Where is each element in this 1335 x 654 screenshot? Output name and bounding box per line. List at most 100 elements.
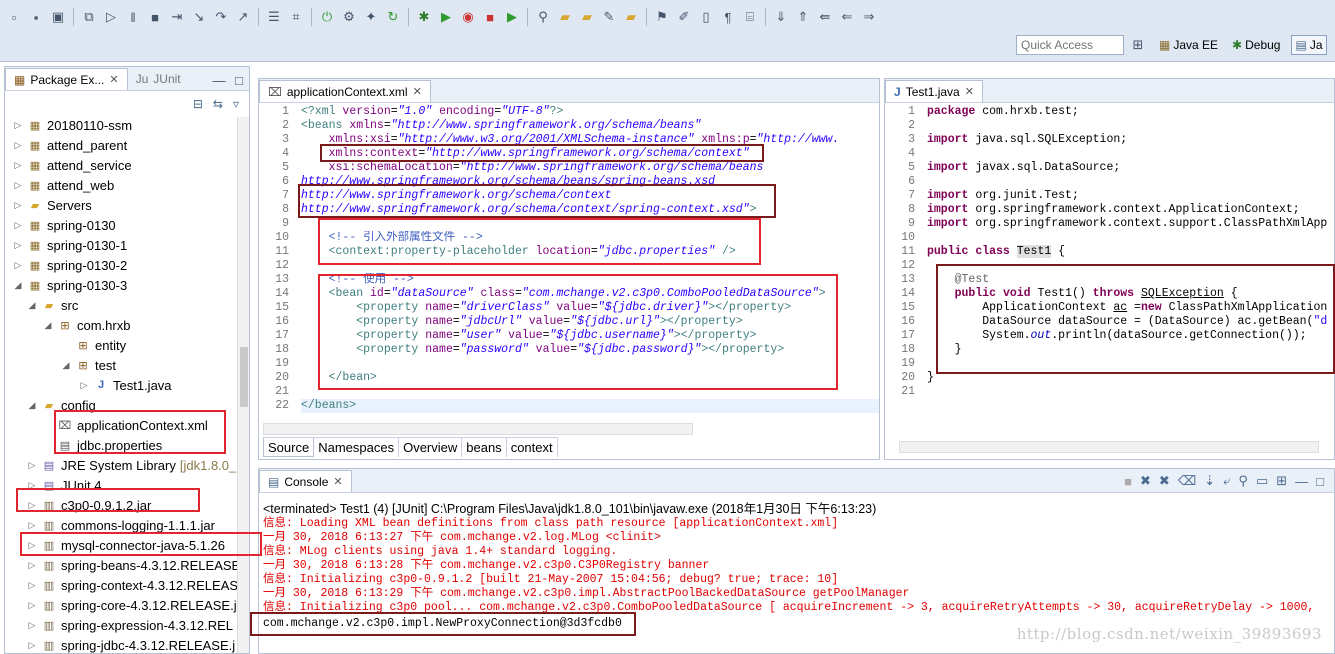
console-toggle-icon[interactable]: ☰ — [264, 7, 284, 27]
forward-icon[interactable]: ⇒ — [859, 7, 879, 27]
open-perspective-icon[interactable]: ⊞ — [1128, 35, 1148, 55]
minimize-icon[interactable]: — — [1295, 474, 1308, 489]
new-icon[interactable]: ▫ — [4, 7, 24, 27]
maximize-icon[interactable]: □ — [229, 70, 249, 90]
package-explorer-scrollbar[interactable] — [237, 117, 249, 653]
collapsed-arrow-icon[interactable]: ▷ — [13, 220, 23, 231]
expanded-arrow-icon[interactable]: ◢ — [13, 280, 23, 291]
scroll-lock-icon[interactable]: ⇣ — [1204, 473, 1215, 489]
expanded-arrow-icon[interactable]: ◢ — [43, 320, 53, 331]
edit-icon[interactable]: ✐ — [674, 7, 694, 27]
collapsed-arrow-icon[interactable]: ▷ — [27, 580, 37, 591]
expanded-arrow-icon[interactable]: ◢ — [27, 400, 37, 411]
refresh-icon[interactable]: ↻ — [383, 7, 403, 27]
collapsed-arrow-icon[interactable]: ▷ — [27, 640, 37, 651]
tree-item[interactable]: ▷ ▰ Servers — [13, 195, 92, 215]
terminate-icon[interactable]: ■ — [1124, 474, 1132, 489]
collapsed-arrow-icon[interactable]: ▷ — [13, 180, 23, 191]
quick-access-input[interactable] — [1016, 35, 1124, 55]
step-over-icon[interactable]: ↷ — [211, 7, 231, 27]
coverage-icon[interactable]: ◉ — [458, 7, 478, 27]
prev-annotation-icon[interactable]: ⇑ — [793, 7, 813, 27]
tree-item[interactable]: ▷ ▥ spring-context-4.3.12.RELEAS — [27, 575, 239, 595]
tab-context[interactable]: context — [507, 438, 558, 457]
clear-console-icon[interactable]: ⌫ — [1178, 473, 1196, 489]
server-start-icon[interactable]: ⏻ — [317, 7, 337, 27]
next-annotation-icon[interactable]: ⇓ — [771, 7, 791, 27]
run-icon[interactable]: ▶ — [436, 7, 456, 27]
stop-icon[interactable]: ■ — [480, 7, 500, 27]
tab-application-context[interactable]: ⌧ applicationContext.xml ✕ — [259, 80, 431, 102]
collapsed-arrow-icon[interactable]: ▷ — [13, 160, 23, 171]
collapsed-arrow-icon[interactable]: ▷ — [13, 240, 23, 251]
tree-item[interactable]: ▷ ▤ JRE System Library [jdk1.8.0_ — [27, 455, 237, 475]
annotation-icon[interactable]: ⌸ — [740, 7, 760, 27]
open-console-icon[interactable]: ⊞ — [1276, 473, 1287, 489]
view-menu-icon[interactable]: ▿ — [233, 97, 239, 111]
pin-icon[interactable]: ⚑ — [652, 7, 672, 27]
tree-item[interactable]: ▷ ▥ spring-expression-4.3.12.REL — [27, 615, 233, 635]
perspective-java-ee[interactable]: ▦ Java EE — [1156, 36, 1221, 54]
skip-breakpoints-icon[interactable]: ⧉ — [79, 7, 99, 27]
close-icon[interactable]: ✕ — [413, 85, 422, 98]
tree-item[interactable]: ◢ ⊞ com.hrxb — [43, 315, 131, 335]
minimize-icon[interactable]: — — [209, 70, 229, 90]
collapsed-arrow-icon[interactable]: ▷ — [27, 620, 37, 631]
tab-test1-java[interactable]: J Test1.java ✕ — [885, 80, 983, 102]
tree-item[interactable]: ◢ ⊞ test — [61, 355, 116, 375]
tree-item[interactable]: ▷ J Test1.java — [79, 375, 172, 395]
resume-icon[interactable]: ▷ — [101, 7, 121, 27]
toggle-whitespace-icon[interactable]: ¶ — [718, 7, 738, 27]
tree-item[interactable]: ▷ ▦ spring-0130-1 — [13, 235, 128, 255]
save-icon[interactable]: ▪ — [26, 7, 46, 27]
tree-item[interactable]: ▷ ▦ spring-0130 — [13, 215, 116, 235]
collapse-all-icon[interactable]: ⊟ — [193, 97, 203, 111]
search-icon[interactable]: ⚲ — [533, 7, 553, 27]
tree-item[interactable]: ▷ ▦ attend_service — [13, 155, 132, 175]
xml-horizontal-scrollbar[interactable] — [263, 423, 693, 435]
open-type-icon[interactable]: ⌗ — [286, 7, 306, 27]
tab-namespaces[interactable]: Namespaces — [314, 438, 400, 457]
step-into-icon[interactable]: ↘ — [189, 7, 209, 27]
tree-item[interactable]: ◢ ▦ spring-0130-3 — [13, 275, 128, 295]
tab-source[interactable]: Source — [263, 438, 315, 457]
suspend-icon[interactable]: ‖ — [123, 7, 143, 27]
perspective-java[interactable]: ▤ Ja — [1291, 35, 1327, 55]
expanded-arrow-icon[interactable]: ◢ — [27, 300, 37, 311]
java-horizontal-scrollbar[interactable] — [899, 441, 1319, 453]
folder-icon[interactable]: ▰ — [621, 7, 641, 27]
new-server-icon[interactable]: ✦ — [361, 7, 381, 27]
collapsed-arrow-icon[interactable]: ▷ — [13, 140, 23, 151]
collapsed-arrow-icon[interactable]: ▷ — [27, 560, 37, 571]
collapsed-arrow-icon[interactable]: ▷ — [79, 380, 89, 391]
tree-item[interactable]: ▷ ▦ spring-0130-2 — [13, 255, 128, 275]
tab-overview[interactable]: Overview — [399, 438, 463, 457]
close-icon[interactable]: ✕ — [965, 85, 974, 98]
tree-item[interactable]: ▷ ▥ spring-beans-4.3.12.RELEASE — [27, 555, 241, 575]
tree-item[interactable]: ⊞ entity — [61, 335, 126, 355]
collapsed-arrow-icon[interactable]: ▷ — [27, 460, 37, 471]
save-all-icon[interactable]: ▣ — [48, 7, 68, 27]
perspective-debug[interactable]: ✱ Debug — [1229, 36, 1283, 54]
expanded-arrow-icon[interactable]: ◢ — [61, 360, 71, 371]
tab-junit[interactable]: Ju JUnit — [128, 68, 189, 90]
collapsed-arrow-icon[interactable]: ▷ — [27, 600, 37, 611]
debug-icon[interactable]: ✱ — [414, 7, 434, 27]
tree-item[interactable]: ▷ ▦ attend_web — [13, 175, 115, 195]
tree-item[interactable]: ▷ ▥ spring-core-4.3.12.RELEASE.j — [27, 595, 237, 615]
pen-icon[interactable]: ✎ — [599, 7, 619, 27]
close-icon[interactable]: ✕ — [109, 73, 118, 86]
maximize-icon[interactable]: □ — [1316, 474, 1324, 489]
terminate-icon[interactable]: ■ — [145, 7, 165, 27]
step-return-icon[interactable]: ↗ — [233, 7, 253, 27]
tab-package-explorer[interactable]: ▦ Package Ex... ✕ — [5, 68, 128, 90]
tab-beans[interactable]: beans — [462, 438, 507, 457]
collapsed-arrow-icon[interactable]: ▷ — [13, 200, 23, 211]
close-icon[interactable]: ✕ — [333, 475, 342, 488]
remove-all-icon[interactable]: ✖ — [1159, 473, 1170, 489]
word-wrap-icon[interactable]: ⤶ — [1223, 473, 1230, 489]
collapsed-arrow-icon[interactable]: ▷ — [13, 120, 23, 131]
collapsed-arrow-icon[interactable]: ▷ — [27, 520, 37, 531]
tree-item[interactable]: ▷ ▦ attend_parent — [13, 135, 128, 155]
remove-launch-icon[interactable]: ✖ — [1140, 473, 1151, 489]
